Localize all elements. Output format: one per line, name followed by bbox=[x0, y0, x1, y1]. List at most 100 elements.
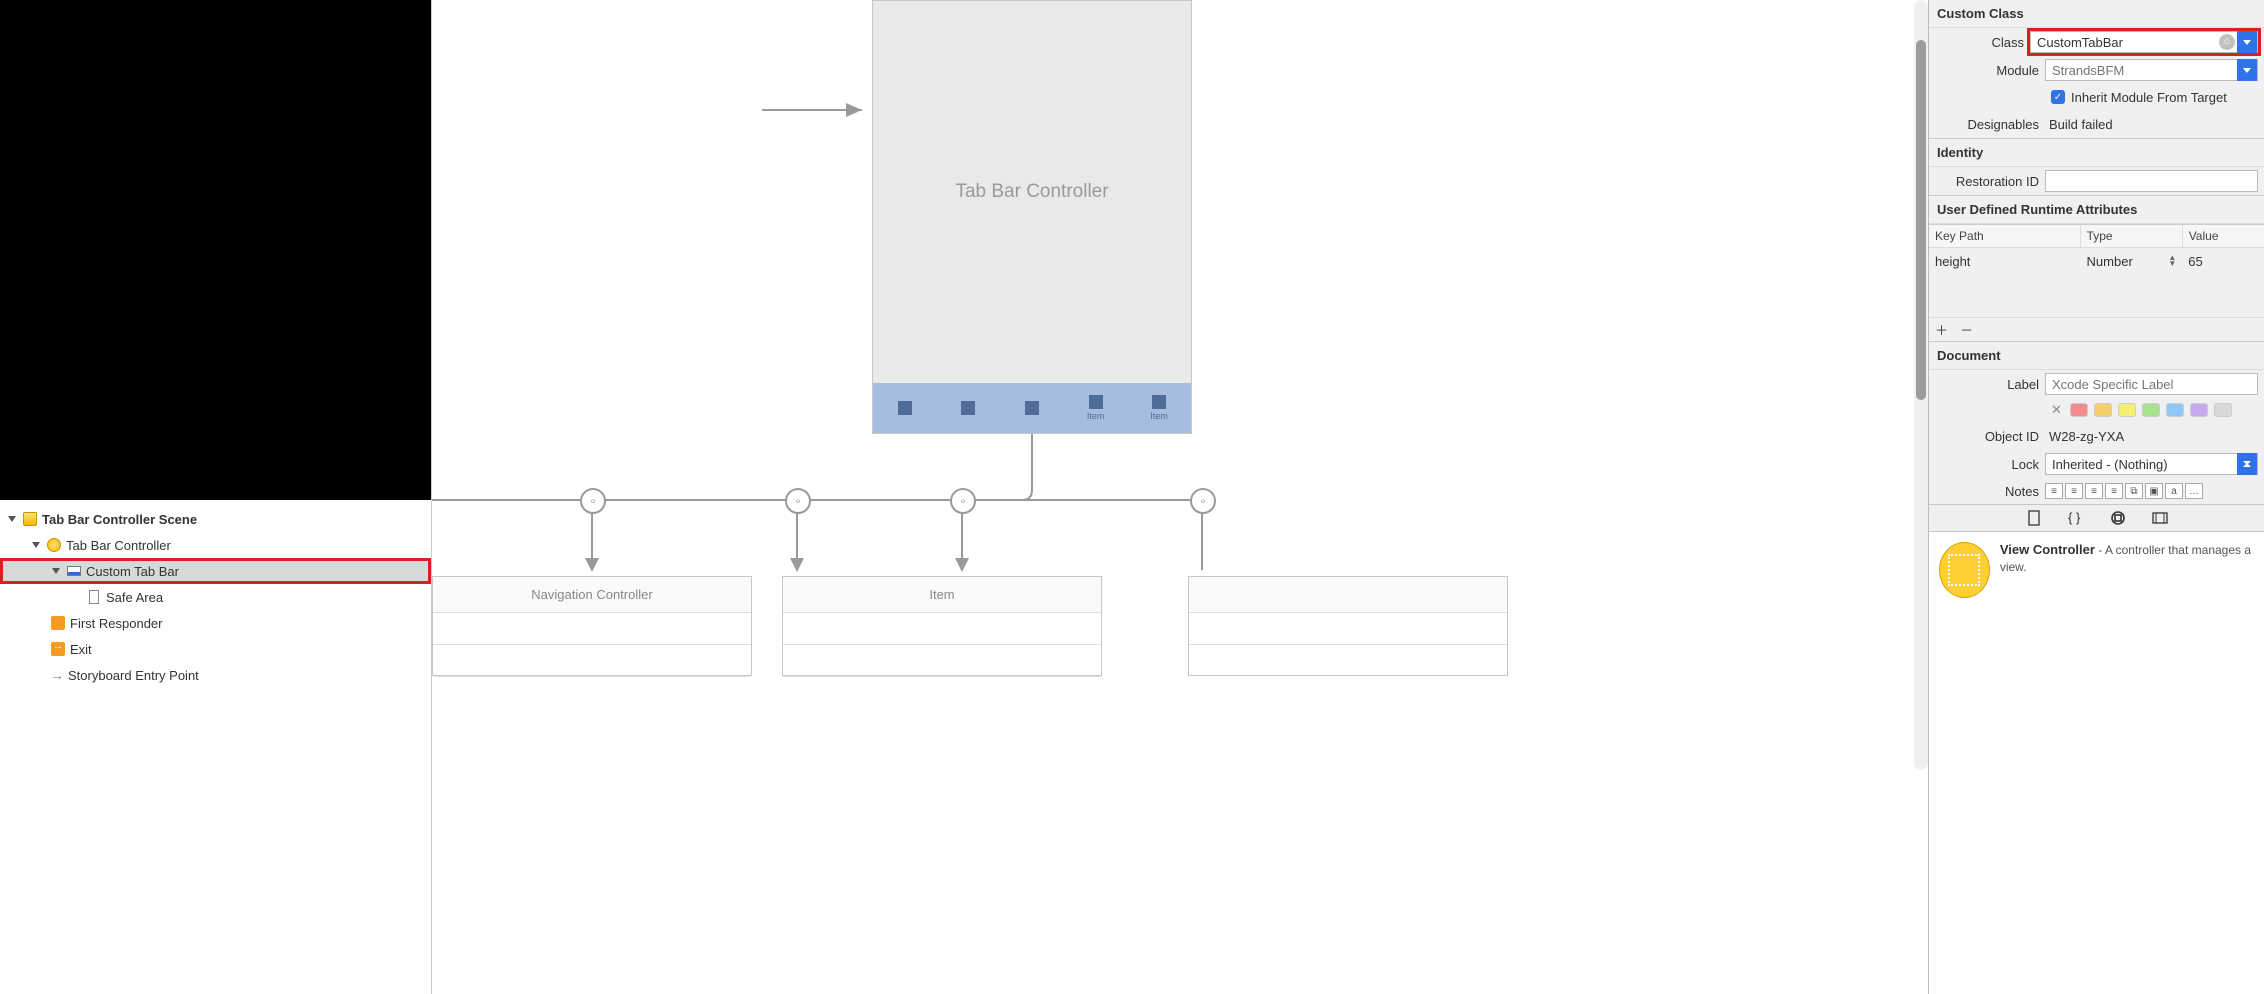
udra-col-value[interactable]: Value bbox=[2183, 225, 2264, 247]
udra-type-text: Number bbox=[2087, 254, 2133, 269]
align-center-icon[interactable]: ≡ bbox=[2065, 483, 2083, 499]
module-field[interactable] bbox=[2045, 59, 2258, 81]
clear-icon[interactable]: ○ bbox=[2219, 34, 2235, 50]
color-swatch[interactable] bbox=[2094, 403, 2112, 417]
tree-item-safe-area[interactable]: Safe Area bbox=[0, 584, 431, 610]
lock-value: Inherited - (Nothing) bbox=[2046, 457, 2237, 472]
align-justify-icon[interactable]: ≡ bbox=[2105, 483, 2123, 499]
udra-col-type[interactable]: Type bbox=[2081, 225, 2183, 247]
tree-item-first-responder[interactable]: First Responder bbox=[0, 610, 431, 636]
storyboard-scene-icon bbox=[22, 511, 38, 527]
udra-table[interactable]: Key Path Type Value height Number ▲▼ 65 ＋… bbox=[1929, 224, 2264, 342]
file-template-tab-icon[interactable] bbox=[2025, 509, 2043, 527]
child-vc-frame[interactable] bbox=[1188, 576, 1508, 676]
label-color-swatches[interactable]: ✕ bbox=[1929, 398, 2264, 422]
segue-pin-icon[interactable]: ∘ bbox=[785, 488, 811, 514]
exit-icon bbox=[50, 641, 66, 657]
child-row bbox=[433, 613, 751, 645]
disclosure-triangle-icon[interactable] bbox=[30, 539, 42, 551]
image-icon[interactable]: ▣ bbox=[2145, 483, 2163, 499]
lock-select[interactable]: Inherited - (Nothing) bbox=[2045, 453, 2258, 475]
library-item-title: View Controller bbox=[2000, 542, 2095, 557]
udra-keypath-cell[interactable]: height bbox=[1929, 254, 2081, 269]
section-identity: Identity bbox=[1929, 139, 2264, 167]
viewcontroller-library-icon bbox=[1939, 542, 1990, 598]
udra-row[interactable]: height Number ▲▼ 65 bbox=[1929, 248, 2264, 274]
doc-label-input[interactable] bbox=[2045, 373, 2258, 395]
font-icon[interactable]: a bbox=[2165, 483, 2183, 499]
notes-format-toolbar[interactable]: ≡ ≡ ≡ ≡ ⧉ ▣ a … bbox=[2045, 483, 2258, 499]
library-item[interactable]: View Controller - A controller that mana… bbox=[1929, 532, 2264, 994]
scrollbar-thumb[interactable] bbox=[1916, 40, 1926, 400]
tree-item-label: Tab Bar Controller bbox=[66, 538, 171, 553]
dropdown-arrow-icon[interactable] bbox=[2237, 59, 2257, 81]
scene-root[interactable]: Tab Bar Controller Scene bbox=[0, 506, 431, 532]
tree-item-tabbar-controller[interactable]: Tab Bar Controller bbox=[0, 532, 431, 558]
section-custom-class: Custom Class bbox=[1929, 0, 2264, 28]
add-attribute-button[interactable]: ＋ bbox=[1935, 320, 1948, 339]
clear-color-icon[interactable]: ✕ bbox=[2051, 402, 2062, 418]
udra-type-cell[interactable]: Number ▲▼ bbox=[2081, 254, 2183, 269]
restoration-id-input[interactable] bbox=[2045, 170, 2258, 192]
square-icon bbox=[898, 401, 912, 415]
preview-area bbox=[0, 0, 431, 500]
tree-item-entry-point[interactable]: → Storyboard Entry Point bbox=[0, 662, 431, 688]
child-vc-frame[interactable]: Navigation Controller bbox=[432, 576, 752, 676]
color-swatch[interactable] bbox=[2070, 403, 2088, 417]
objectid-value: W28-zg-YXA bbox=[2045, 429, 2124, 444]
disclosure-triangle-icon[interactable] bbox=[6, 513, 18, 525]
tree-item-exit[interactable]: Exit bbox=[0, 636, 431, 662]
align-left-icon[interactable]: ≡ bbox=[2045, 483, 2063, 499]
disclosure-triangle-icon[interactable] bbox=[50, 565, 62, 577]
class-input[interactable] bbox=[2031, 32, 2219, 52]
viewcontroller-icon bbox=[46, 537, 62, 553]
tabbar-item-label: Item bbox=[1150, 411, 1168, 421]
color-swatch[interactable] bbox=[2190, 403, 2208, 417]
udra-value-cell[interactable]: 65 bbox=[2182, 254, 2264, 269]
tabbar-item[interactable] bbox=[1000, 383, 1064, 433]
tree-item-label: Safe Area bbox=[106, 590, 163, 605]
udra-col-keypath[interactable]: Key Path bbox=[1929, 225, 2081, 247]
child-vc-title: Item bbox=[783, 577, 1101, 613]
segue-pin-icon[interactable]: ∘ bbox=[1190, 488, 1216, 514]
canvas-scrollbar[interactable] bbox=[1914, 0, 1928, 770]
media-library-tab-icon[interactable] bbox=[2151, 509, 2169, 527]
tabbar-item[interactable]: Item bbox=[1127, 383, 1191, 433]
segue-pin-icon[interactable]: ∘ bbox=[580, 488, 606, 514]
designables-value: Build failed bbox=[2045, 117, 2113, 132]
dropdown-arrow-icon[interactable] bbox=[2237, 453, 2257, 475]
tabbar-controller-frame[interactable]: Tab Bar Controller Item Item bbox=[872, 0, 1192, 434]
child-row bbox=[1189, 613, 1507, 645]
module-label: Module bbox=[1935, 63, 2039, 78]
more-icon[interactable]: … bbox=[2185, 483, 2203, 499]
storyboard-canvas[interactable]: ∘ ∘ ∘ ∘ Tab Bar Controller Item Item Nav… bbox=[432, 0, 1928, 994]
object-library-tab-icon[interactable] bbox=[2109, 509, 2127, 527]
child-row bbox=[433, 645, 751, 677]
dropdown-arrow-icon[interactable] bbox=[2237, 31, 2257, 53]
color-swatch[interactable] bbox=[2214, 403, 2232, 417]
lock-label: Lock bbox=[1935, 457, 2039, 472]
tabbar-item[interactable] bbox=[937, 383, 1001, 433]
class-field[interactable]: ○ bbox=[2030, 31, 2258, 53]
color-swatch[interactable] bbox=[2166, 403, 2184, 417]
scene-outline[interactable]: Tab Bar Controller Scene Tab Bar Control… bbox=[0, 500, 431, 994]
color-swatch[interactable] bbox=[2142, 403, 2160, 417]
square-icon bbox=[1089, 395, 1103, 409]
stepper-icon[interactable]: ▲▼ bbox=[2168, 255, 2176, 267]
tree-item-custom-tab-bar[interactable]: Custom Tab Bar bbox=[0, 558, 431, 584]
code-snippet-tab-icon[interactable]: { } bbox=[2067, 509, 2085, 527]
align-right-icon[interactable]: ≡ bbox=[2085, 483, 2103, 499]
remove-attribute-button[interactable]: － bbox=[1960, 320, 1973, 339]
inherit-module-label: Inherit Module From Target bbox=[2071, 90, 2227, 105]
child-vc-frame[interactable]: Item bbox=[782, 576, 1102, 676]
inherit-module-checkbox[interactable]: ✓ bbox=[2051, 90, 2065, 104]
library-tab-bar[interactable]: { } bbox=[1929, 504, 2264, 532]
module-input[interactable] bbox=[2046, 60, 2237, 80]
tabbar-item[interactable]: Item bbox=[1064, 383, 1128, 433]
color-swatch[interactable] bbox=[2118, 403, 2136, 417]
tabbar-icon bbox=[66, 563, 82, 579]
tabbar-preview[interactable]: Item Item bbox=[873, 383, 1191, 433]
segue-pin-icon[interactable]: ∘ bbox=[950, 488, 976, 514]
link-icon[interactable]: ⧉ bbox=[2125, 483, 2143, 499]
tabbar-item[interactable] bbox=[873, 383, 937, 433]
